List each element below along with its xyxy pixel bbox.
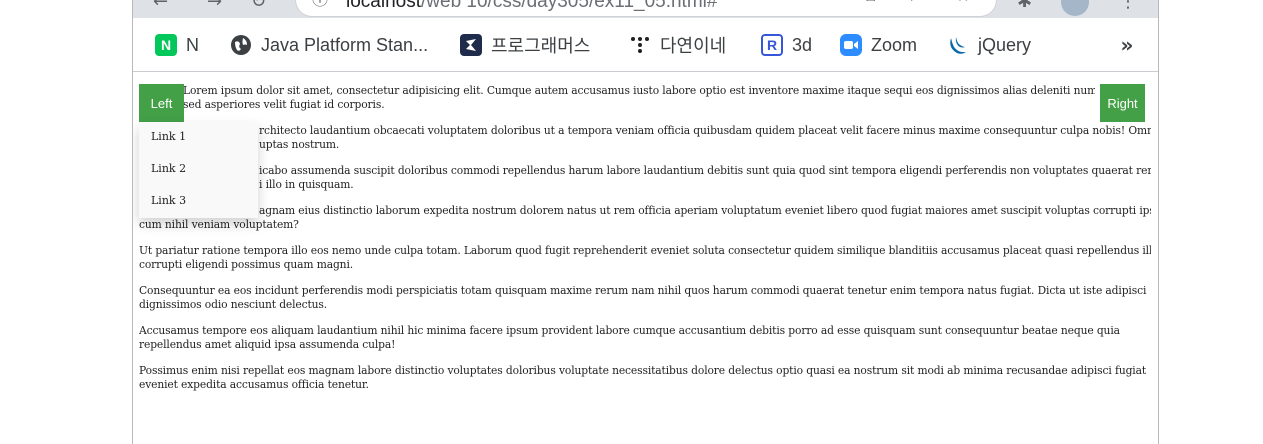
bookmark-jquery[interactable]: jQuery <box>947 32 1031 58</box>
dropdown-link-1[interactable]: Link 1 <box>151 130 186 143</box>
paragraph-2: rchitecto laudantium obcaecati voluptate… <box>259 124 1151 152</box>
site-info-icon[interactable]: ⓘ <box>312 0 328 10</box>
paragraph-line: sed asperiores velit fugiat id corporis. <box>183 98 385 111</box>
right-button[interactable]: Right <box>1100 84 1145 122</box>
bookmark-n[interactable]: N N <box>155 32 199 58</box>
paragraph-line: dignissimos odio nesciunt delectus. <box>139 298 328 311</box>
bookmarks-overflow-chevron-icon[interactable]: » <box>1115 32 1139 58</box>
install-app-icon[interactable]: ⧉ <box>864 0 875 6</box>
bookmark-star-icon[interactable]: ☆ <box>956 0 970 5</box>
paragraph-4: agnam eius distinctio laborum expedita n… <box>139 204 1151 232</box>
left-button[interactable]: Left <box>139 84 184 122</box>
naver-icon: N <box>155 34 177 56</box>
paragraph-line: Possimus enim nisi repellat eos magnam l… <box>139 364 1147 377</box>
bookmark-label: 다연이네 <box>660 36 727 56</box>
paragraph-line: i illo in quisquam. <box>259 178 354 191</box>
forward-arrow-icon[interactable]: → <box>207 0 222 12</box>
paragraph-line: repellendus amet aliquid ipsa assumenda … <box>139 338 396 351</box>
browser-toolbar: ← → ↻ ⓘ localhost/web 10/css/day305/ex11… <box>133 0 1158 18</box>
paragraph-line: uptas nostrum. <box>259 138 340 151</box>
paragraph-3: icabo assumenda suscipit doloribus commo… <box>259 164 1151 192</box>
bookmark-programmers[interactable]: 프로그래머스 <box>460 32 590 58</box>
bookmark-label: jQuery <box>978 34 1032 55</box>
paragraph-line: rchitecto laudantium obcaecati voluptate… <box>259 124 1151 137</box>
bookmark-dayeonine[interactable]: 다연이네 <box>629 32 726 58</box>
paragraph-line: Accusamus tempore eos aliquam laudantium… <box>139 324 1120 337</box>
globe-icon <box>230 34 252 56</box>
paragraph-line: corrupti eligendi possimus quam magni. <box>139 258 354 271</box>
paragraph-line: Lorem ipsum dolor sit amet, consectetur … <box>183 84 1095 97</box>
back-arrow-icon[interactable]: ← <box>153 0 168 12</box>
bookmark-label: N <box>186 34 199 55</box>
paragraph-line: agnam eius distinctio laborum expedita n… <box>259 204 1151 217</box>
bookmark-label: Java Platform Stan... <box>261 34 429 55</box>
dropdown-menu: Link 1 Link 2 Link 3 <box>139 122 258 218</box>
reload-icon[interactable]: ↻ <box>251 0 266 12</box>
bookmark-label: Zoom <box>871 34 918 55</box>
bookmark-java-platform[interactable]: Java Platform Stan... <box>230 32 428 58</box>
zoom-lens-icon[interactable]: ⌕ <box>911 0 920 6</box>
dropdown-link-2[interactable]: Link 2 <box>151 162 186 175</box>
url-host: localhost <box>346 0 421 12</box>
bookmark-zoom[interactable]: Zoom <box>840 32 917 58</box>
bookmark-label: 프로그래머스 <box>491 36 591 56</box>
paragraph-line: icabo assumenda suscipit doloribus commo… <box>259 164 1151 177</box>
paragraph-1: Lorem ipsum dolor sit amet, consectetur … <box>183 84 1095 112</box>
programmers-icon <box>460 34 482 56</box>
bookmarks-bar: N N Java Platform Stan... 프로그래머스 다연이네 R … <box>133 18 1158 72</box>
paragraph-5: Ut pariatur ratione tempora illo eos nem… <box>139 244 1151 272</box>
paragraph-line: Ut pariatur ratione tempora illo eos nem… <box>139 244 1151 257</box>
paragraph-7: Accusamus tempore eos aliquam laudantium… <box>139 324 1151 352</box>
paragraph-line: Consequuntur ea eos incidunt perferendis… <box>139 284 1147 297</box>
extensions-icon[interactable]: ✱ <box>1017 0 1032 12</box>
paragraph-line: eveniet expedita accusamus officia tenet… <box>139 378 369 391</box>
dots-icon <box>629 34 651 56</box>
url-path: /web 10/css/day305/ex11_05.html# <box>421 0 718 12</box>
url-text[interactable]: localhost/web 10/css/day305/ex11_05.html… <box>346 0 717 13</box>
paragraph-8: Possimus enim nisi repellat eos magnam l… <box>139 364 1151 392</box>
paragraph-6: Consequuntur ea eos incidunt perferendis… <box>139 284 1151 312</box>
zoom-icon <box>840 34 862 56</box>
address-bar[interactable]: ⓘ localhost/web 10/css/day305/ex11_05.ht… <box>296 0 996 16</box>
dropdown-link-3[interactable]: Link 3 <box>151 194 186 207</box>
browser-window: ← → ↻ ⓘ localhost/web 10/css/day305/ex11… <box>132 0 1159 444</box>
bookmark-3d[interactable]: R 3d <box>761 32 812 58</box>
menu-dots-icon[interactable]: ⋮ <box>1119 0 1137 12</box>
r-logo-icon: R <box>761 34 783 56</box>
jquery-icon <box>947 34 969 56</box>
profile-avatar[interactable] <box>1061 0 1089 16</box>
bookmark-label: 3d <box>792 34 813 55</box>
page-content: Lorem ipsum dolor sit amet, consectetur … <box>133 72 1158 444</box>
paragraph-line: cum nihil veniam voluptatem? <box>139 218 299 231</box>
